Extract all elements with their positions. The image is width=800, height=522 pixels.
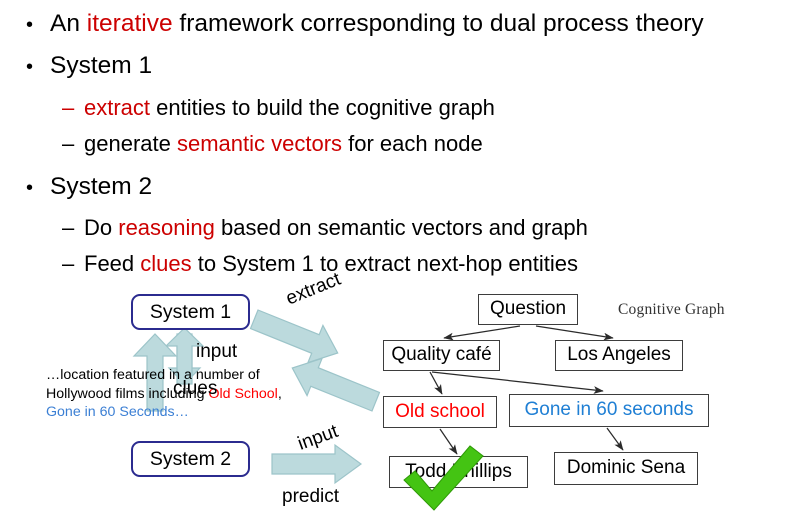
bullet-marker: •	[26, 14, 34, 36]
bullet-marker-dash: –	[62, 131, 75, 156]
bullet-text: System 1	[50, 52, 153, 79]
slide-bullet-list: • An iterative framework corresponding t…	[0, 0, 800, 288]
check-mark-icon	[403, 445, 484, 511]
bullet-item-4: • System 2	[26, 173, 152, 201]
bullet-text: System 2	[50, 173, 153, 200]
bullet-marker: •	[26, 56, 34, 78]
bullet-text: An iterative framework corresponding to …	[50, 10, 704, 38]
check-mark-layer	[403, 445, 484, 511]
bullet-marker: •	[26, 177, 34, 199]
bullet-item-3: – generate semantic vectors for each nod…	[62, 131, 483, 157]
bullet-text: extract entities to build the cognitive …	[84, 95, 495, 121]
bullet-segment: generate	[84, 131, 177, 156]
bullet-item-1: • System 1	[26, 52, 152, 80]
bullet-segment: Do	[84, 215, 119, 240]
bullet-segment: entities to build the cognitive graph	[150, 95, 495, 120]
bullet-item-5: – Do reasoning based on semantic vectors…	[62, 215, 588, 241]
bullet-segment-highlight: clues	[140, 251, 192, 276]
bullet-segment-highlight: reasoning	[118, 215, 215, 240]
framework-diagram: …location featured in a number of Hollyw…	[0, 269, 800, 522]
bullet-segment-highlight: iterative	[86, 10, 173, 37]
bullet-segment-highlight: extract	[84, 95, 151, 120]
bullet-item-6: – Feed clues to System 1 to extract next…	[62, 251, 578, 277]
bullet-segment-highlight: semantic vectors	[176, 131, 343, 156]
bullet-item-2: – extract entities to build the cognitiv…	[62, 95, 495, 121]
bullet-text: Do reasoning based on semantic vectors a…	[84, 215, 588, 241]
bullet-item-0: • An iterative framework corresponding t…	[26, 10, 704, 38]
bullet-segment: An	[50, 10, 87, 37]
bullet-segment: Feed	[84, 251, 141, 276]
bullet-text: generate semantic vectors for each node	[84, 131, 483, 157]
bullet-segment: to System 1 to extract next-hop entities	[191, 251, 579, 276]
bullet-marker-dash: –	[62, 215, 75, 240]
bullet-segment: framework corresponding to dual process …	[172, 10, 704, 37]
bullet-segment: based on semantic vectors and graph	[214, 215, 588, 240]
bullet-segment: for each node	[342, 131, 483, 156]
bullet-marker-dash: –	[62, 251, 75, 276]
bullet-marker-dash: –	[62, 95, 75, 120]
